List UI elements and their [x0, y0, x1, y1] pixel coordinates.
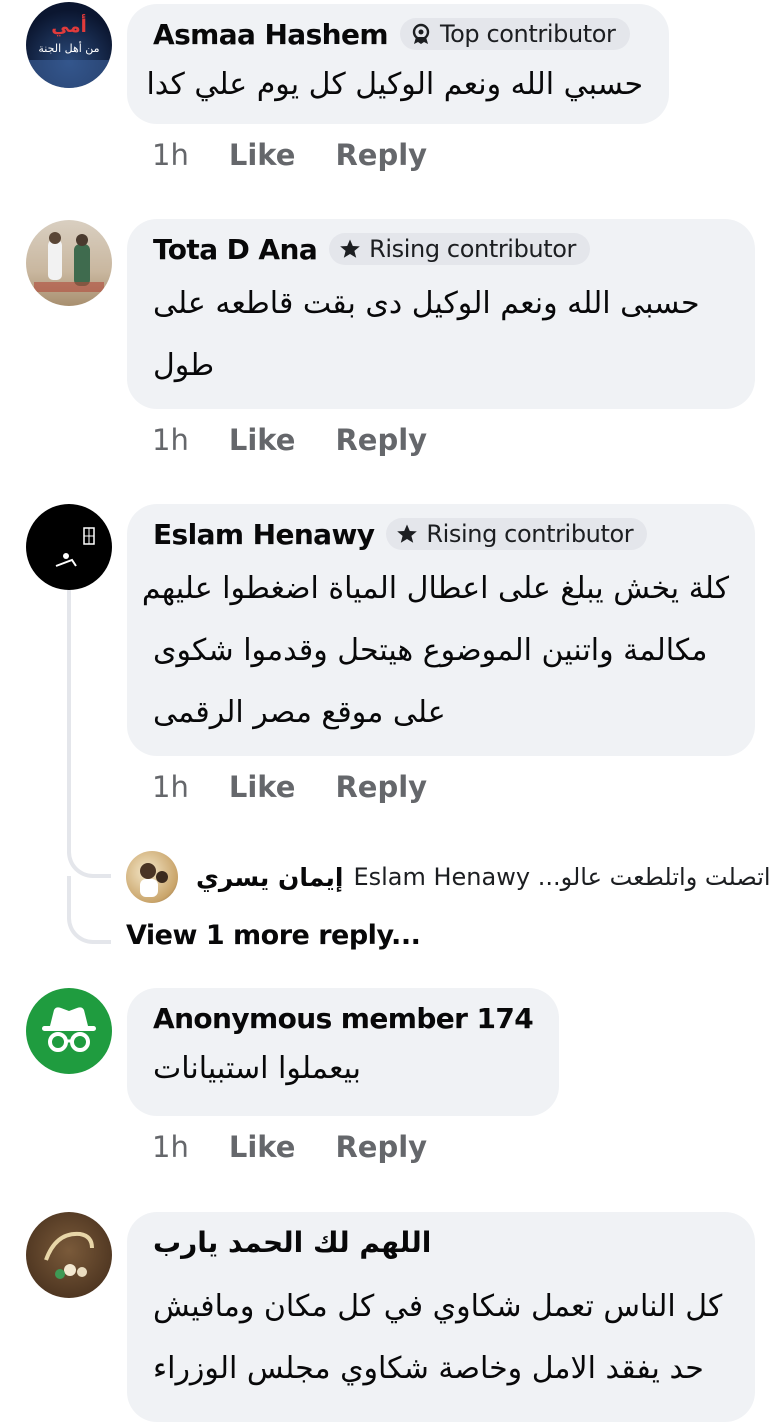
comment-text-line: حد يفقد الامل وخاصة شكاوي مجلس الوزراء	[153, 1351, 704, 1386]
top-contributor-badge[interactable]: Top contributor	[399, 18, 630, 50]
avatar[interactable]	[126, 851, 178, 903]
comment-header: Anonymous member 174	[153, 1000, 534, 1036]
thread-connector	[67, 914, 111, 944]
badge-label: Top contributor	[439, 20, 616, 48]
avatar-image	[140, 863, 168, 897]
comment-header: Eslam Henawy Rising contributor	[153, 516, 729, 552]
comment-text-line: حسبي الله ونعم الوكيل كل يوم علي كدا	[146, 67, 643, 102]
reply-button[interactable]: Reply	[335, 770, 427, 804]
avatar[interactable]	[26, 220, 112, 306]
thread-connector	[67, 848, 111, 878]
reply-mention[interactable]: Eslam Henawy	[353, 863, 530, 891]
author-name[interactable]: اللهم لك الحمد يارب	[153, 1226, 432, 1259]
like-button[interactable]: Like	[229, 770, 296, 804]
comment-text-line: طول	[153, 348, 215, 383]
avatar-title-text: أمي	[51, 14, 87, 37]
author-name[interactable]: Asmaa Hashem	[153, 18, 389, 51]
author-name[interactable]: Anonymous member 174	[153, 1002, 534, 1035]
like-button[interactable]: Like	[229, 1130, 296, 1164]
reply-button[interactable]: Reply	[335, 423, 427, 457]
comment-bubble: Anonymous member 174 بيعملوا استبيانات	[127, 988, 559, 1116]
comment-header: اللهم لك الحمد يارب	[153, 1224, 729, 1260]
avatar[interactable]: أمي من أهل الجنة	[26, 2, 112, 88]
timestamp[interactable]: 1h	[152, 1130, 189, 1164]
badge-label: Rising contributor	[426, 520, 634, 548]
comment-text-line: حسبى الله ونعم الوكيل دى بقت قاطعه على	[153, 286, 700, 321]
comment-text-line: على موقع مصر الرقمى	[153, 695, 446, 730]
comment-text-line: مكالمة واتنين الموضوع هيتحل وقدموا شكوى	[153, 633, 708, 668]
comment-text-line: بيعملوا استبيانات	[153, 1051, 362, 1086]
comment-text: حسبي الله ونعم الوكيل كل يوم علي كدا	[146, 54, 643, 116]
comment-bubble: Eslam Henawy Rising contributor كلة يخش …	[127, 504, 755, 756]
reply-preview-body: اتصلت واتلطعت عالو...	[537, 863, 771, 891]
star-icon	[397, 524, 418, 543]
comment-header: Asmaa Hashem Top contributor	[153, 16, 643, 52]
award-icon	[412, 23, 430, 44]
anonymous-icon	[42, 1007, 96, 1052]
timestamp[interactable]: 1h	[152, 770, 189, 804]
comment-bubble: اللهم لك الحمد يارب كل الناس تعمل شكاوي …	[127, 1212, 755, 1422]
comment-text: كلة يخش يبلغ على اعطال المياة اضغطوا علي…	[141, 558, 729, 744]
timestamp[interactable]: 1h	[152, 138, 189, 172]
comment-header: Tota D Ana Rising contributor	[153, 231, 729, 267]
comment-actions: 1h Like Reply	[152, 770, 467, 804]
like-button[interactable]: Like	[229, 138, 296, 172]
reply-button[interactable]: Reply	[335, 1130, 427, 1164]
view-more-replies-link[interactable]: View 1 more reply...	[126, 920, 421, 951]
comment-bubble: Tota D Ana Rising contributor حسبى الله …	[127, 219, 755, 409]
avatar[interactable]	[26, 1212, 112, 1298]
comment-text-line: كلة يخش يبلغ على اعطال المياة اضغطوا علي…	[141, 571, 729, 606]
avatar-image	[55, 527, 95, 567]
author-name[interactable]: Tota D Ana	[153, 233, 318, 266]
comment-actions: 1h Like Reply	[152, 423, 467, 457]
like-button[interactable]: Like	[229, 423, 296, 457]
thread-line	[67, 876, 71, 916]
avatar[interactable]	[26, 504, 112, 590]
comment-actions: 1h Like Reply	[152, 1130, 467, 1164]
nested-reply-preview[interactable]: إيمان يسري اتصلت واتلطعت عالو... Eslam H…	[126, 851, 771, 903]
avatar-image: أمي من أهل الجنة	[26, 14, 112, 88]
star-icon	[340, 239, 360, 258]
comment-text: حسبى الله ونعم الوكيل دى بقت قاطعه على ط…	[153, 273, 729, 397]
rising-contributor-badge[interactable]: Rising contributor	[329, 233, 590, 265]
reply-button[interactable]: Reply	[335, 138, 427, 172]
reply-author-name[interactable]: إيمان يسري	[196, 863, 343, 892]
comment-text: كل الناس تعمل شكاوي في كل مكان ومافيش حد…	[153, 1276, 729, 1400]
avatar[interactable]	[26, 988, 112, 1074]
rising-contributor-badge[interactable]: Rising contributor	[386, 518, 648, 550]
comment-bubble: Asmaa Hashem Top contributor حسبي الله و…	[127, 4, 669, 124]
comment-actions: 1h Like Reply	[152, 138, 467, 172]
comment-text-line: كل الناس تعمل شكاوي في كل مكان ومافيش	[153, 1289, 723, 1324]
badge-label: Rising contributor	[369, 235, 576, 263]
comment-text: بيعملوا استبيانات	[153, 1038, 533, 1100]
avatar-image	[44, 1231, 94, 1279]
reply-preview-text: اتصلت واتلطعت عالو... Eslam Henawy	[353, 863, 770, 891]
avatar-image	[34, 232, 104, 292]
timestamp[interactable]: 1h	[152, 423, 189, 457]
avatar-subtitle-text: من أهل الجنة	[38, 41, 99, 55]
author-name[interactable]: Eslam Henawy	[153, 518, 375, 551]
thread-line	[67, 590, 71, 850]
